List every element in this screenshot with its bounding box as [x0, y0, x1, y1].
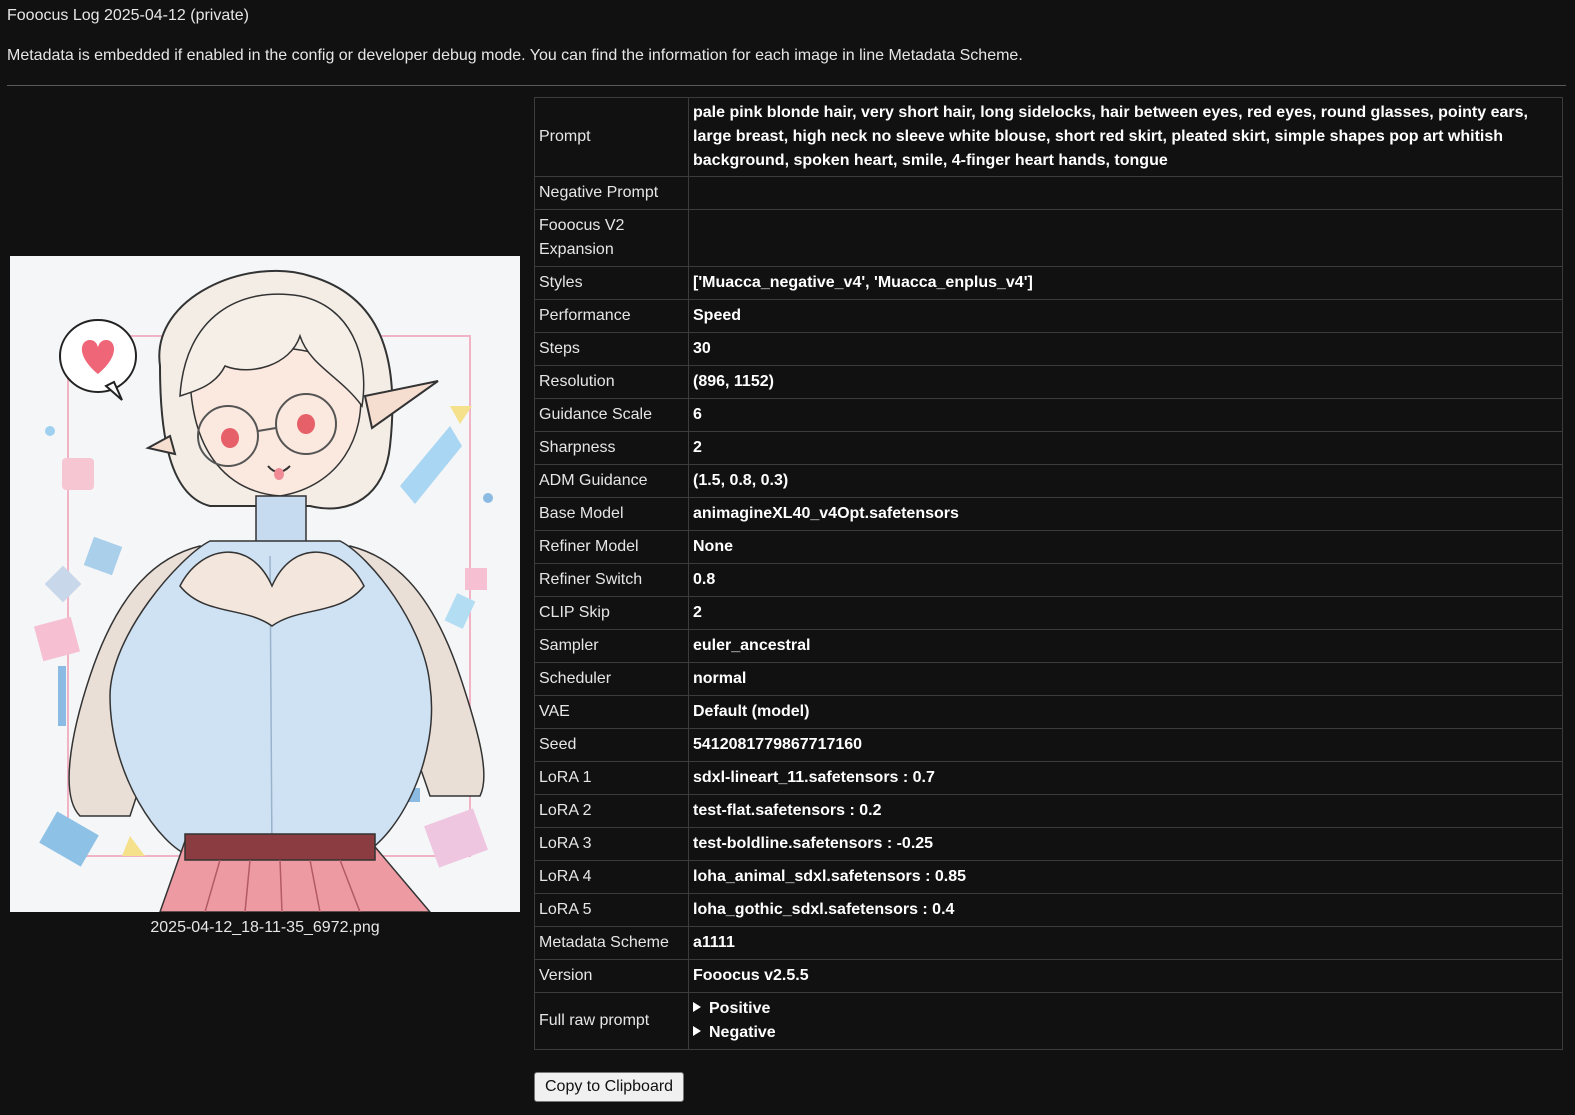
row-key: Performance: [534, 299, 689, 333]
table-row: LoRA 1 sdxl-lineart_11.safetensors : 0.7: [534, 761, 1563, 795]
row-value: Fooocus v2.5.5: [688, 959, 1563, 993]
table-row: Steps 30: [534, 332, 1563, 366]
row-key: VAE: [534, 695, 689, 729]
row-value: 5412081779867717160: [688, 728, 1563, 762]
row-key: LoRA 3: [534, 827, 689, 861]
row-key: Guidance Scale: [534, 398, 689, 432]
table-row: Fooocus V2 Expansion: [534, 209, 1563, 267]
row-value: Default (model): [688, 695, 1563, 729]
negative-prompt-toggle[interactable]: Negative: [693, 1021, 1558, 1045]
row-key: Seed: [534, 728, 689, 762]
table-row: Sampler euler_ancestral: [534, 629, 1563, 663]
row-key: Metadata Scheme: [534, 926, 689, 960]
disclosure-triangle-icon: [693, 1026, 701, 1036]
row-value: animagineXL40_v4Opt.safetensors: [688, 497, 1563, 531]
positive-label: Positive: [709, 1000, 771, 1017]
table-row: Version Fooocus v2.5.5: [534, 959, 1563, 993]
row-key: Styles: [534, 266, 689, 300]
row-value: loha_gothic_sdxl.safetensors : 0.4: [688, 893, 1563, 927]
row-value: pale pink blonde hair, very short hair, …: [688, 97, 1563, 177]
row-value: normal: [688, 662, 1563, 696]
table-row: Base Model animagineXL40_v4Opt.safetenso…: [534, 497, 1563, 531]
row-value: 2: [688, 431, 1563, 465]
row-key: ADM Guidance: [534, 464, 689, 498]
table-row: LoRA 3 test-boldline.safetensors : -0.25: [534, 827, 1563, 861]
row-value: 30: [688, 332, 1563, 366]
row-key: Refiner Switch: [534, 563, 689, 597]
disclosure-triangle-icon: [693, 1002, 701, 1012]
metadata-table: Prompt pale pink blonde hair, very short…: [534, 97, 1563, 1050]
table-row: VAE Default (model): [534, 695, 1563, 729]
row-key: CLIP Skip: [534, 596, 689, 630]
row-key: Scheduler: [534, 662, 689, 696]
row-value: Speed: [688, 299, 1563, 333]
table-row: ADM Guidance (1.5, 0.8, 0.3): [534, 464, 1563, 498]
divider: [7, 85, 1566, 86]
table-row: Scheduler normal: [534, 662, 1563, 696]
table-row: Refiner Switch 0.8: [534, 563, 1563, 597]
row-key: LoRA 1: [534, 761, 689, 795]
row-value: 2: [688, 596, 1563, 630]
row-key: Sharpness: [534, 431, 689, 465]
row-key: Steps: [534, 332, 689, 366]
generated-image[interactable]: [10, 256, 520, 912]
row-value: (896, 1152): [688, 365, 1563, 399]
row-value: [688, 176, 1563, 210]
row-value: a1111: [688, 926, 1563, 960]
row-key: Version: [534, 959, 689, 993]
table-row: CLIP Skip 2: [534, 596, 1563, 630]
row-key: Full raw prompt: [534, 992, 689, 1050]
intro-text: Metadata is embedded if enabled in the c…: [7, 47, 1023, 64]
table-row: Styles ['Muacca_negative_v4', 'Muacca_en…: [534, 266, 1563, 300]
table-row: Refiner Model None: [534, 530, 1563, 564]
negative-label: Negative: [709, 1024, 776, 1041]
row-key: Fooocus V2 Expansion: [534, 209, 689, 267]
positive-prompt-toggle[interactable]: Positive: [693, 997, 1558, 1021]
table-row: LoRA 5 loha_gothic_sdxl.safetensors : 0.…: [534, 893, 1563, 927]
row-key: Resolution: [534, 365, 689, 399]
row-value: (1.5, 0.8, 0.3): [688, 464, 1563, 498]
table-row: Metadata Scheme a1111: [534, 926, 1563, 960]
row-key: Base Model: [534, 497, 689, 531]
table-row: Guidance Scale 6: [534, 398, 1563, 432]
row-value: None: [688, 530, 1563, 564]
row-key: Negative Prompt: [534, 176, 689, 210]
image-panel: 2025-04-12_18-11-35_6972.png: [10, 256, 520, 937]
row-value: test-boldline.safetensors : -0.25: [688, 827, 1563, 861]
table-row: Negative Prompt: [534, 176, 1563, 210]
image-filename: 2025-04-12_18-11-35_6972.png: [150, 919, 380, 936]
row-value: Positive Negative: [688, 992, 1563, 1050]
table-row: LoRA 2 test-flat.safetensors : 0.2: [534, 794, 1563, 828]
row-value: test-flat.safetensors : 0.2: [688, 794, 1563, 828]
table-row: Performance Speed: [534, 299, 1563, 333]
row-value: loha_animal_sdxl.safetensors : 0.85: [688, 860, 1563, 894]
row-key: Refiner Model: [534, 530, 689, 564]
row-key: LoRA 5: [534, 893, 689, 927]
row-key: LoRA 2: [534, 794, 689, 828]
table-row: Sharpness 2: [534, 431, 1563, 465]
page-title: Fooocus Log 2025-04-12 (private): [7, 7, 249, 24]
row-value: 6: [688, 398, 1563, 432]
row-value: 0.8: [688, 563, 1563, 597]
table-row: Resolution (896, 1152): [534, 365, 1563, 399]
table-row-full-raw-prompt: Full raw prompt Positive Negative: [534, 992, 1563, 1050]
row-value: euler_ancestral: [688, 629, 1563, 663]
row-value: [688, 209, 1563, 267]
table-row: Seed 5412081779867717160: [534, 728, 1563, 762]
row-key: Sampler: [534, 629, 689, 663]
row-key: Prompt: [534, 97, 689, 177]
row-value: ['Muacca_negative_v4', 'Muacca_enplus_v4…: [688, 266, 1563, 300]
row-value: sdxl-lineart_11.safetensors : 0.7: [688, 761, 1563, 795]
row-key: LoRA 4: [534, 860, 689, 894]
illustration-graphic: [10, 256, 520, 912]
table-row: LoRA 4 loha_animal_sdxl.safetensors : 0.…: [534, 860, 1563, 894]
copy-to-clipboard-button[interactable]: Copy to Clipboard: [534, 1072, 685, 1102]
table-row: Prompt pale pink blonde hair, very short…: [534, 97, 1563, 177]
